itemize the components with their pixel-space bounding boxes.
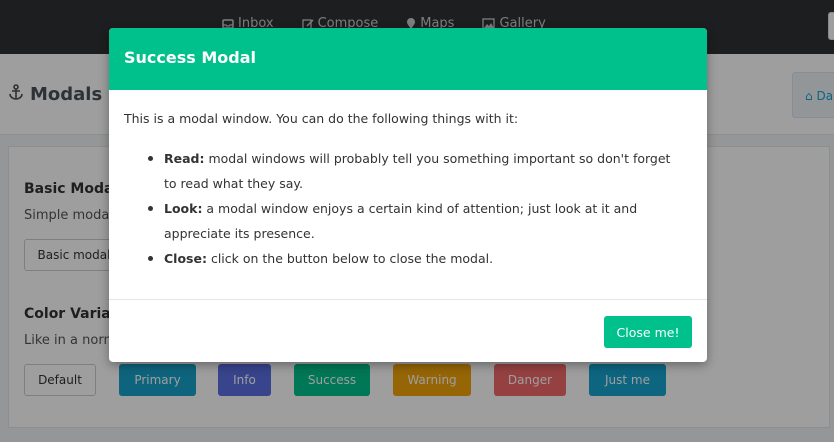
close-button[interactable]: Close me! (604, 316, 692, 348)
list-item: Read: modal windows will probably tell y… (146, 146, 676, 196)
modal-list: Read: modal windows will probably tell y… (146, 146, 676, 271)
modal-intro: This is a modal window. You can do the f… (124, 111, 519, 126)
list-item-text: click on the button below to close the m… (206, 251, 494, 266)
list-item: Look: a modal window enjoys a certain ki… (146, 196, 676, 246)
list-item: Close: click on the button below to clos… (146, 246, 676, 271)
list-item-term: Read: (164, 151, 205, 166)
success-modal: Success Modal This is a modal window. Yo… (109, 28, 707, 362)
list-item-term: Close: (164, 251, 207, 266)
modal-header: Success Modal (109, 28, 707, 90)
list-item-text: a modal window enjoys a certain kind of … (164, 201, 638, 241)
list-item-term: Look: (164, 201, 203, 216)
list-item-text: modal windows will probably tell you som… (164, 151, 671, 191)
modal-title: Success Modal (124, 48, 256, 67)
modal-footer: Close me! (109, 299, 707, 362)
